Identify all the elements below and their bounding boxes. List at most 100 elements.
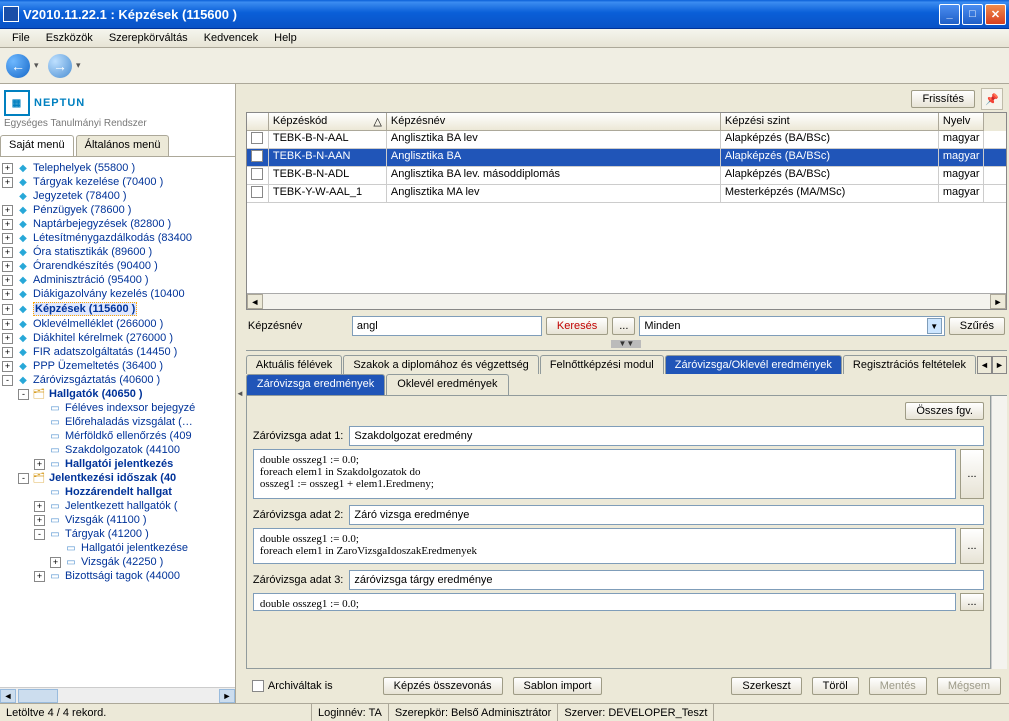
delete-button[interactable]: Töröl xyxy=(812,677,859,695)
data-name-input[interactable] xyxy=(349,505,984,525)
data-grid[interactable]: Képzéskód △ Képzésnév Képzési szint Nyel… xyxy=(246,112,1007,310)
table-row[interactable]: TEBK-B-N-AANAnglisztika BAAlapképzés (BA… xyxy=(247,149,1006,167)
row-checkbox[interactable] xyxy=(251,132,263,144)
filter-dropdown[interactable]: Minden ▼ xyxy=(639,316,944,336)
tabs-scroll-left[interactable]: ◄ xyxy=(977,356,992,374)
tree-item[interactable]: ▭Hozzárendelt hallgat xyxy=(2,485,233,499)
browse-button[interactable]: ... xyxy=(960,593,984,611)
tree-item[interactable]: +◆Telephelyek (55800 ) xyxy=(2,161,233,175)
tree-item[interactable]: +◆Adminisztráció (95400 ) xyxy=(2,273,233,287)
code-textarea[interactable]: double osszeg1 := 0.0; xyxy=(253,593,956,611)
back-dropdown[interactable]: ▾ xyxy=(34,60,44,71)
tree-item[interactable]: +◆Óra statisztikák (89600 ) xyxy=(2,245,233,259)
tree-item[interactable]: +◆Naptárbejegyzések (82800 ) xyxy=(2,217,233,231)
expand-icon[interactable]: + xyxy=(2,347,13,358)
module-tab[interactable]: Regisztrációs feltételek xyxy=(843,355,976,374)
navigation-tree[interactable]: +◆Telephelyek (55800 )+◆Tárgyak kezelése… xyxy=(0,157,235,687)
table-row[interactable]: TEBK-Y-W-AAL_1Anglisztika MA levMesterké… xyxy=(247,185,1006,203)
edit-button[interactable]: Szerkeszt xyxy=(731,677,801,695)
expand-icon[interactable]: + xyxy=(34,501,45,512)
expand-icon[interactable]: + xyxy=(2,177,13,188)
expand-icon[interactable]: + xyxy=(2,219,13,230)
grid-scroll-left[interactable]: ◄ xyxy=(247,294,263,309)
tree-item[interactable]: ▭Előrehaladás vizsgálat (… xyxy=(2,415,233,429)
sub-tab[interactable]: Oklevél eredmények xyxy=(386,374,508,395)
expand-icon[interactable]: + xyxy=(2,319,13,330)
tree-item[interactable]: -🗂Hallgatók (40650 ) xyxy=(2,387,233,401)
cancel-button[interactable]: Mégsem xyxy=(937,677,1001,695)
expand-icon[interactable]: + xyxy=(2,361,13,372)
tab-general-menu[interactable]: Általános menü xyxy=(76,135,170,156)
tree-item[interactable]: +◆Diákhitel kérelmek (276000 ) xyxy=(2,331,233,345)
minimize-button[interactable]: _ xyxy=(939,4,960,25)
tab-own-menu[interactable]: Saját menü xyxy=(0,135,74,156)
expand-icon[interactable]: + xyxy=(34,459,45,470)
tree-item[interactable]: ▭Mérföldkő ellenőrzés (409 xyxy=(2,429,233,443)
grid-horizontal-scrollbar[interactable]: ◄ ► xyxy=(247,293,1006,309)
code-textarea[interactable]: double osszeg1 := 0.0; foreach elem1 in … xyxy=(253,449,956,499)
expand-icon[interactable]: + xyxy=(2,304,13,315)
all-functions-button[interactable]: Összes fgv. xyxy=(905,402,984,420)
grid-header-name[interactable]: Képzésnév xyxy=(387,113,721,131)
tree-item[interactable]: +◆PPP Üzemeltetés (36400 ) xyxy=(2,359,233,373)
tree-item[interactable]: -◆Záróvizsgáztatás (40600 ) xyxy=(2,373,233,387)
module-tab[interactable]: Szakok a diplomához és végzettség xyxy=(343,355,539,374)
expand-icon[interactable]: + xyxy=(2,247,13,258)
expand-icon[interactable]: - xyxy=(2,375,13,386)
import-button[interactable]: Sablon import xyxy=(513,677,603,695)
tree-item[interactable]: +◆Órarendkészítés (90400 ) xyxy=(2,259,233,273)
panel-collapse-toggle[interactable]: ▼▼ xyxy=(611,340,641,348)
scroll-right-arrow[interactable]: ► xyxy=(219,689,235,703)
save-button[interactable]: Mentés xyxy=(869,677,927,695)
browse-button[interactable]: ... xyxy=(960,528,984,564)
expand-icon[interactable]: + xyxy=(2,275,13,286)
expand-icon[interactable]: - xyxy=(18,473,29,484)
filter-button[interactable]: Szűrés xyxy=(949,317,1005,335)
expand-icon[interactable]: - xyxy=(34,529,45,540)
expand-icon[interactable]: + xyxy=(2,205,13,216)
tree-item[interactable]: +◆Pénzügyek (78600 ) xyxy=(2,203,233,217)
tree-item[interactable]: ▭Hallgatói jelentkezése xyxy=(2,541,233,555)
data-name-input[interactable] xyxy=(349,570,984,590)
expand-icon[interactable]: + xyxy=(2,261,13,272)
forward-dropdown[interactable]: ▾ xyxy=(76,60,86,71)
tree-item[interactable]: +◆Oklevélmelléklet (266000 ) xyxy=(2,317,233,331)
menu-file[interactable]: File xyxy=(4,30,38,46)
grid-scroll-right[interactable]: ► xyxy=(990,294,1006,309)
expand-icon[interactable]: + xyxy=(2,289,13,300)
refresh-button[interactable]: Frissítés xyxy=(911,90,975,108)
dropdown-arrow-icon[interactable]: ▼ xyxy=(927,318,942,334)
row-checkbox[interactable] xyxy=(251,168,263,180)
grid-header-checkbox[interactable] xyxy=(247,113,269,131)
merge-button[interactable]: Képzés összevonás xyxy=(383,677,503,695)
expand-icon[interactable]: + xyxy=(50,557,61,568)
scroll-thumb[interactable] xyxy=(18,689,58,703)
tree-item[interactable]: +▭Vizsgák (41100 ) xyxy=(2,513,233,527)
menu-favorites[interactable]: Kedvencek xyxy=(196,30,266,46)
search-more-button[interactable]: ... xyxy=(612,317,635,335)
expand-icon[interactable]: + xyxy=(34,515,45,526)
expand-icon[interactable]: - xyxy=(18,389,29,400)
tree-item[interactable]: +◆Diákigazolvány kezelés (10400 xyxy=(2,287,233,301)
grid-header-lang[interactable]: Nyelv xyxy=(939,113,984,131)
close-button[interactable]: ✕ xyxy=(985,4,1006,25)
code-textarea[interactable]: double osszeg1 := 0.0; foreach elem1 in … xyxy=(253,528,956,564)
tree-item[interactable]: +▭Jelentkezett hallgatók ( xyxy=(2,499,233,513)
expand-icon[interactable]: + xyxy=(34,571,45,582)
search-button[interactable]: Keresés xyxy=(546,317,608,335)
menu-tools[interactable]: Eszközök xyxy=(38,30,101,46)
browse-button[interactable]: ... xyxy=(960,449,984,499)
grid-header-level[interactable]: Képzési szint xyxy=(721,113,939,131)
tree-item[interactable]: ◆Jegyzetek (78400 ) xyxy=(2,189,233,203)
tree-item[interactable]: ▭Szakdolgozatok (44100 xyxy=(2,443,233,457)
archive-checkbox[interactable] xyxy=(252,680,264,692)
sub-tab[interactable]: Záróvizsga eredmények xyxy=(246,374,385,395)
module-tab[interactable]: Aktuális félévek xyxy=(246,355,342,374)
menu-help[interactable]: Help xyxy=(266,30,305,46)
search-input[interactable] xyxy=(352,316,542,336)
expand-icon[interactable]: + xyxy=(2,333,13,344)
menu-roles[interactable]: Szerepkörváltás xyxy=(101,30,196,46)
tree-horizontal-scrollbar[interactable]: ◄ ► xyxy=(0,687,235,703)
tree-item[interactable]: +◆FIR adatszolgáltatás (14450 ) xyxy=(2,345,233,359)
tree-item[interactable]: -▭Tárgyak (41200 ) xyxy=(2,527,233,541)
